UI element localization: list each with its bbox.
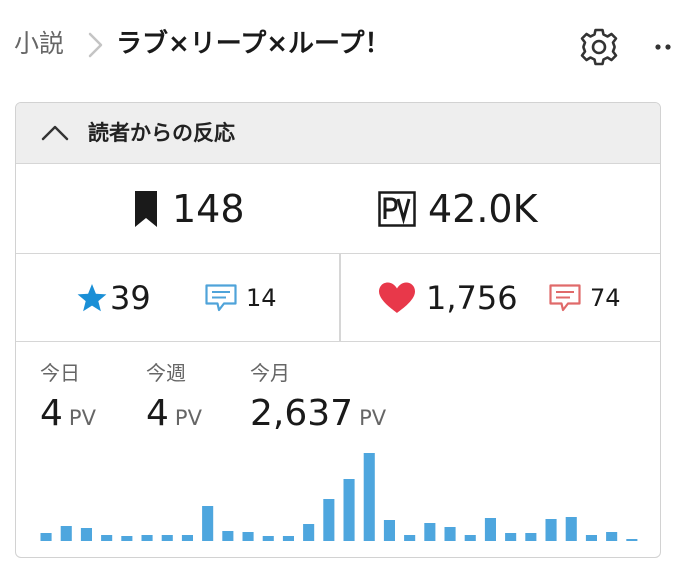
reactions-card: 読者からの反応 148 42.0K 39 14 1,756 74 今日 4 PV… bbox=[15, 102, 661, 558]
like-stat: 1,756 bbox=[376, 254, 518, 342]
period-week: 今週 4 PV bbox=[146, 359, 202, 434]
top-bar: 小説 ラブ×リープ×ループ！ bbox=[0, 0, 680, 92]
comment-icon bbox=[205, 284, 237, 312]
pv-total-count: 42.0K bbox=[428, 187, 538, 231]
chart-bar bbox=[282, 536, 294, 541]
period-month: 今月 2,637 PV bbox=[250, 359, 386, 434]
like-count: 1,756 bbox=[426, 279, 518, 317]
chart-bar bbox=[60, 526, 72, 541]
reactions-row: 39 14 1,756 74 bbox=[16, 254, 660, 342]
row-divider bbox=[339, 254, 341, 342]
chart-bar bbox=[262, 536, 274, 541]
chevron-right-icon bbox=[88, 32, 103, 58]
chart-bar bbox=[40, 533, 52, 541]
chart-bar bbox=[404, 535, 416, 541]
chart-bar bbox=[222, 531, 234, 541]
period-unit: PV bbox=[68, 406, 96, 430]
star-stat: 39 bbox=[76, 254, 151, 342]
pv-icon bbox=[378, 191, 416, 227]
period-today: 今日 4 PV bbox=[40, 359, 96, 434]
pv-bar-chart bbox=[40, 453, 638, 541]
period-value: 4 bbox=[40, 393, 63, 434]
chart-bar bbox=[585, 535, 597, 541]
period-value: 2,637 bbox=[250, 393, 354, 434]
heart-icon bbox=[379, 282, 415, 313]
reactions-header[interactable]: 読者からの反応 bbox=[16, 103, 660, 164]
chart-bar bbox=[161, 535, 173, 541]
chart-bar bbox=[323, 499, 335, 541]
reactions-title: 読者からの反応 bbox=[88, 121, 235, 145]
bookmark-count: 148 bbox=[172, 187, 245, 231]
chart-bar bbox=[101, 535, 113, 541]
chart-bar bbox=[444, 527, 456, 541]
chart-bar bbox=[141, 535, 153, 541]
period-label: 今月 bbox=[250, 361, 290, 385]
chart-bar bbox=[80, 528, 92, 541]
bookmark-stat: 148 bbox=[132, 164, 245, 254]
chart-bar bbox=[606, 532, 618, 541]
chart-bar bbox=[121, 536, 133, 541]
chart-bar bbox=[181, 535, 193, 541]
chart-bar bbox=[464, 535, 476, 541]
chart-bar bbox=[363, 453, 375, 541]
breadcrumb-parent[interactable]: 小説 bbox=[14, 24, 64, 64]
chart-bar bbox=[505, 533, 517, 541]
period-value: 4 bbox=[146, 393, 169, 434]
chart-bar bbox=[383, 520, 395, 541]
star-comment-count: 14 bbox=[246, 284, 277, 312]
comment-icon bbox=[549, 284, 581, 312]
star-icon bbox=[77, 284, 107, 312]
chart-bar bbox=[545, 519, 557, 541]
star-comment-stat: 14 bbox=[204, 254, 277, 342]
chart-bar bbox=[525, 533, 537, 541]
chevron-up-icon[interactable] bbox=[38, 121, 72, 145]
period-unit: PV bbox=[174, 406, 202, 430]
chart-bar bbox=[202, 506, 214, 541]
more-icon[interactable] bbox=[648, 30, 678, 64]
period-unit: PV bbox=[359, 406, 387, 430]
like-comment-count: 74 bbox=[590, 284, 621, 312]
chart-bar bbox=[626, 539, 638, 541]
star-count: 39 bbox=[110, 279, 151, 317]
chart-bar bbox=[484, 518, 496, 541]
gear-icon[interactable] bbox=[578, 26, 620, 68]
chart-bar bbox=[303, 524, 315, 541]
page-title: ラブ×リープ×ループ！ bbox=[116, 29, 391, 59]
period-label: 今週 bbox=[146, 361, 186, 385]
chart-bar bbox=[565, 517, 577, 541]
like-comment-stat: 74 bbox=[548, 254, 621, 342]
period-label: 今日 bbox=[40, 361, 80, 385]
pv-stat: 42.0K bbox=[378, 164, 538, 254]
totals-row: 148 42.0K bbox=[16, 164, 660, 254]
chart-bar bbox=[343, 479, 355, 541]
chart-bar bbox=[424, 523, 436, 541]
chart-bar bbox=[242, 532, 254, 541]
bookmark-icon bbox=[135, 191, 157, 227]
